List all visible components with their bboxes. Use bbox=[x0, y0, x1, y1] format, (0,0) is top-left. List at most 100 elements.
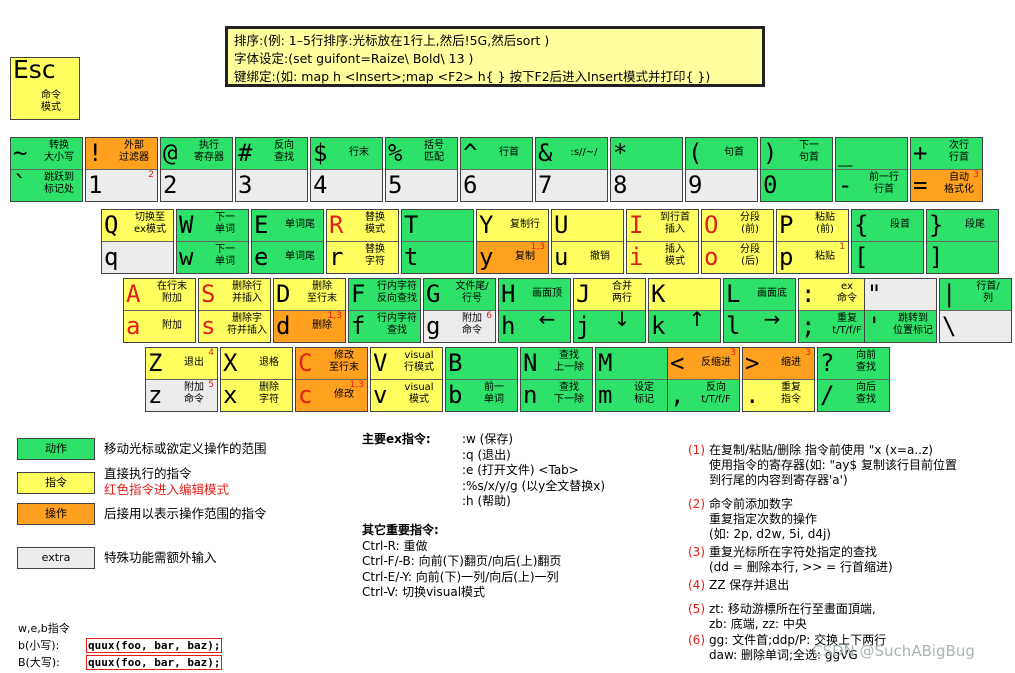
key[interactable]: Mm 设定 标记 bbox=[595, 347, 668, 412]
key[interactable]: ^ 行首 6 bbox=[460, 137, 533, 202]
legend-swatch: 动作 bbox=[17, 438, 95, 460]
key-bot-half: [ bbox=[852, 242, 923, 273]
key-desc: → bbox=[763, 307, 781, 331]
key-bot-half: . 重复 指令 bbox=[743, 380, 814, 411]
key-desc: 段尾 bbox=[965, 219, 985, 230]
key[interactable]: ~ 转换 大小写 ` 跳跃到 标记处 bbox=[10, 137, 83, 202]
key-top-half: | 行首/ 列 bbox=[940, 279, 1011, 311]
key[interactable]: % 括号 匹配 5 bbox=[385, 137, 458, 202]
note-line: (dd = 删除本行, >> = 行首缩进) bbox=[709, 560, 893, 574]
key-char: 7 bbox=[538, 171, 553, 199]
key-desc: 句首 bbox=[724, 147, 744, 158]
key[interactable]: * 8 bbox=[610, 137, 683, 202]
key-desc: 退出 bbox=[184, 357, 204, 368]
note: (1) 在复制/粘贴/删除 指令前使用 "x (x=a..z) 使用指令的寄存器(如… bbox=[688, 443, 957, 488]
key-top-half: A 在行末 附加 bbox=[124, 279, 195, 311]
key[interactable]: Z 退出 4 z 附加 命令 5 bbox=[145, 347, 218, 412]
key[interactable]: H 画面顶 h ← bbox=[498, 278, 571, 343]
esc-key-desc: 命令 模式 bbox=[41, 90, 61, 113]
key-char: a bbox=[126, 312, 141, 340]
other-command: Ctrl-R: 重做 bbox=[362, 538, 428, 553]
key-note-number: 2 bbox=[148, 170, 154, 180]
key[interactable]: W 下一 单词 w 下一 单词 bbox=[176, 209, 249, 274]
key[interactable]: E 单词尾 e 单词尾 bbox=[251, 209, 324, 274]
key[interactable]: O 分段 (前) o 分段 (后) bbox=[701, 209, 774, 274]
note-number: (1) bbox=[688, 443, 705, 457]
esc-key[interactable]: Esc 命令 模式 bbox=[10, 55, 80, 120]
key[interactable]: C 修改 至行末 c 修改 1,3 bbox=[295, 347, 368, 412]
key-desc: 删除行 并插入 bbox=[232, 281, 262, 304]
key-desc: 合并 两行 bbox=[612, 281, 632, 304]
key-char: q bbox=[104, 243, 119, 271]
key[interactable]: ) 下一 句首 0 bbox=[760, 137, 833, 202]
key-char: 0 bbox=[763, 171, 778, 199]
key-char: S bbox=[201, 280, 216, 308]
key-char: / bbox=[820, 381, 835, 409]
key-desc: 缩进 bbox=[781, 357, 801, 368]
key[interactable]: Tt bbox=[401, 209, 474, 274]
key[interactable]: : ex 命令; 重复 t/T/f/F bbox=[798, 278, 871, 343]
key-bot-half: = 自动 格式化 3 bbox=[911, 170, 982, 201]
key[interactable]: F 行内字符 反向查找 f 行内字符 查找 bbox=[348, 278, 421, 343]
key-bot-half: - 前一行 行首 bbox=[836, 170, 907, 201]
key[interactable]: X 退格 x 删除 字符 bbox=[220, 347, 293, 412]
key-top-half: D 删除 至行末 bbox=[274, 279, 345, 311]
key[interactable]: Kk ↑ bbox=[648, 278, 721, 343]
key[interactable]: " ' 跳转到 位置标记 bbox=[864, 278, 937, 343]
key[interactable]: L 画面底 l → bbox=[723, 278, 796, 343]
key[interactable]: Vvisual 行模式 v visual 模式 bbox=[370, 347, 443, 412]
key[interactable]: + 次行 行首 = 自动 格式化 3 bbox=[910, 137, 983, 202]
key-top-half: F 行内字符 反向查找 bbox=[349, 279, 420, 311]
key-top-half: L 画面底 bbox=[724, 279, 795, 311]
key-top-half: (句首 bbox=[686, 138, 757, 170]
key[interactable]: } 段尾] bbox=[926, 209, 999, 274]
key-top-half: M bbox=[596, 348, 667, 380]
key[interactable]: @ 执行 寄存器 2 bbox=[160, 137, 233, 202]
key-char: o bbox=[704, 243, 719, 271]
key[interactable]: ? 向前 查找 / 向后 查找 bbox=[817, 347, 890, 412]
key[interactable]: P 粘贴 (前) p 粘贴 1 bbox=[776, 209, 849, 274]
key-char: ) bbox=[763, 139, 778, 167]
key-top-half: > 缩进 3 bbox=[743, 348, 814, 380]
key[interactable]: D 删除 至行末 d 删除 1,3 bbox=[273, 278, 346, 343]
key[interactable]: > 缩进 3. 重复 指令 bbox=[742, 347, 815, 412]
key[interactable]: &:s//~/ 7 bbox=[535, 137, 608, 202]
key[interactable]: J 合并 两行 j ↓ bbox=[573, 278, 646, 343]
key-top-half: * bbox=[611, 138, 682, 170]
key-char: 9 bbox=[688, 171, 703, 199]
key[interactable]: # 反向 查找 3 bbox=[235, 137, 308, 202]
key-top-half: Vvisual 行模式 bbox=[371, 348, 442, 380]
key-desc: ex 命令 bbox=[837, 281, 857, 304]
key[interactable]: {段首 [ bbox=[851, 209, 924, 274]
note: (5) zt: 移动游標所在行至畫面頂端, zb: 底端, zz: 中央 bbox=[688, 602, 876, 632]
key[interactable]: $ 行末 4 bbox=[310, 137, 383, 202]
key[interactable]: (句首 9 bbox=[685, 137, 758, 202]
key-desc: 反缩进 bbox=[701, 357, 731, 368]
key-desc: ← bbox=[538, 307, 556, 331]
key[interactable]: I 到行首 插入 i 插入 模式 bbox=[626, 209, 699, 274]
key-desc: 下一 单词 bbox=[215, 244, 235, 267]
key[interactable]: A 在行末 附加 a 附加 bbox=[123, 278, 196, 343]
key[interactable]: < 反缩进 3, 反向 t/T/f/F bbox=[667, 347, 740, 412]
ex-commands: 主要ex指令: bbox=[362, 432, 431, 448]
key-desc: 行末 bbox=[349, 147, 369, 158]
key[interactable]: Uu 撤销 bbox=[551, 209, 624, 274]
key-char: % bbox=[388, 139, 403, 167]
key[interactable]: _ - 前一行 行首 bbox=[835, 137, 908, 202]
key[interactable]: R 替换 模式 r 替换 字符 bbox=[326, 209, 399, 274]
key[interactable]: Q 切换至 ex模式 q bbox=[101, 209, 174, 274]
key-top-half: ) 下一 句首 bbox=[761, 138, 832, 170]
key-top-half: C 修改 至行末 bbox=[296, 348, 367, 380]
legend-desc: 直接执行的指令 bbox=[104, 466, 192, 481]
key[interactable]: Bb 前一 单词 bbox=[445, 347, 518, 412]
key[interactable]: ! 外部 过滤器 1 2 bbox=[85, 137, 158, 202]
key[interactable]: G 文件尾/ 行号 g 附加 命令 6 bbox=[423, 278, 496, 343]
key[interactable]: | 行首/ 列 \ bbox=[939, 278, 1012, 343]
key-char: w bbox=[179, 243, 194, 271]
key[interactable]: Y 复制行 y 复制 1,3 bbox=[476, 209, 549, 274]
key-desc: 设定 标记 bbox=[634, 382, 654, 405]
key[interactable]: S 删除行 并插入 s 删除字 符并插入 bbox=[198, 278, 271, 343]
key-top-half: ? 向前 查找 bbox=[818, 348, 889, 380]
key[interactable]: N 查找 上一除 n 查找 下一除 bbox=[520, 347, 593, 412]
key-top-half: : ex 命令 bbox=[799, 279, 870, 311]
